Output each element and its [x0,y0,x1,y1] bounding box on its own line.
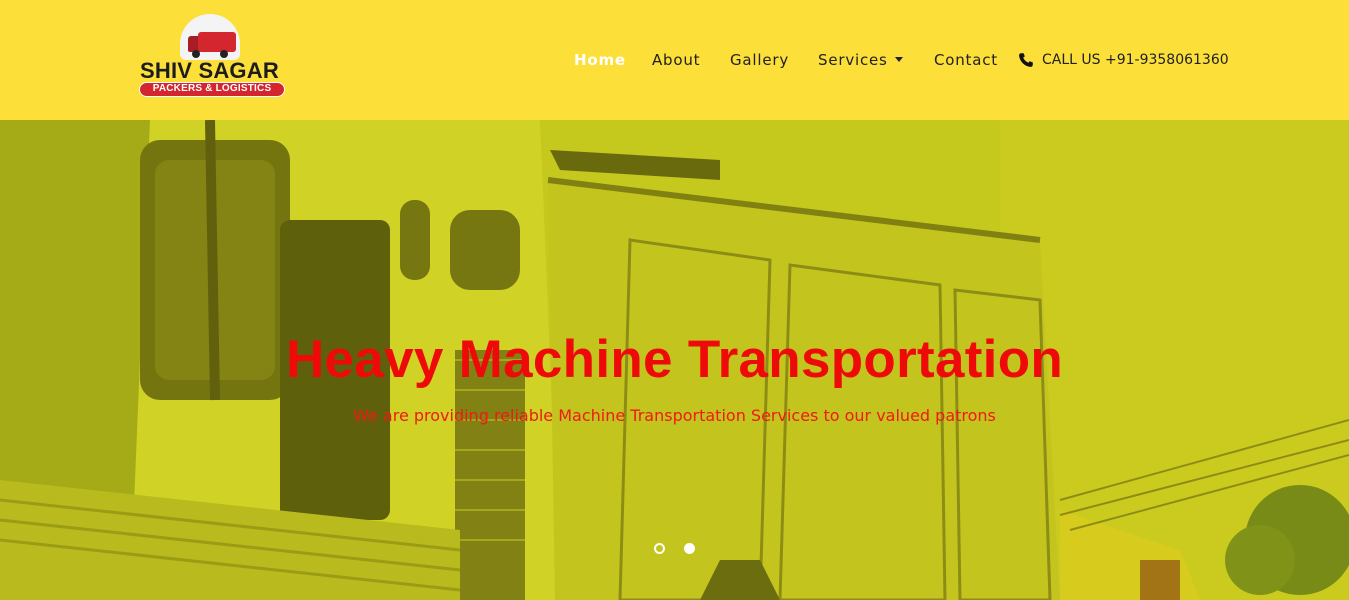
nav-about[interactable]: About [652,50,700,70]
brand-tagline: PACKERS & LOGISTICS [139,82,285,97]
nav-services-label: Services [818,51,888,69]
site-header: SHIV SAGAR PACKERS & LOGISTICS Home Abou… [0,0,1349,120]
nav-gallery[interactable]: Gallery [730,50,789,70]
call-us-link[interactable]: CALL US +91-9358061360 [1018,50,1229,70]
carousel-dot-1[interactable] [654,543,665,554]
nav-home[interactable]: Home [574,50,626,70]
caret-down-icon [894,57,903,62]
carousel-indicators [654,543,696,555]
nav-contact[interactable]: Contact [934,50,998,70]
hero-subtitle: We are providing reliable Machine Transp… [353,406,996,425]
carousel-dot-2[interactable] [684,543,695,554]
hero-carousel: Heavy Machine Transportation We are prov… [0,120,1349,600]
phone-icon [1019,53,1033,67]
hero-title: Heavy Machine Transportation [285,330,1064,389]
call-us-label: CALL US +91-9358061360 [1042,52,1229,68]
nav-services[interactable]: Services [818,50,903,70]
